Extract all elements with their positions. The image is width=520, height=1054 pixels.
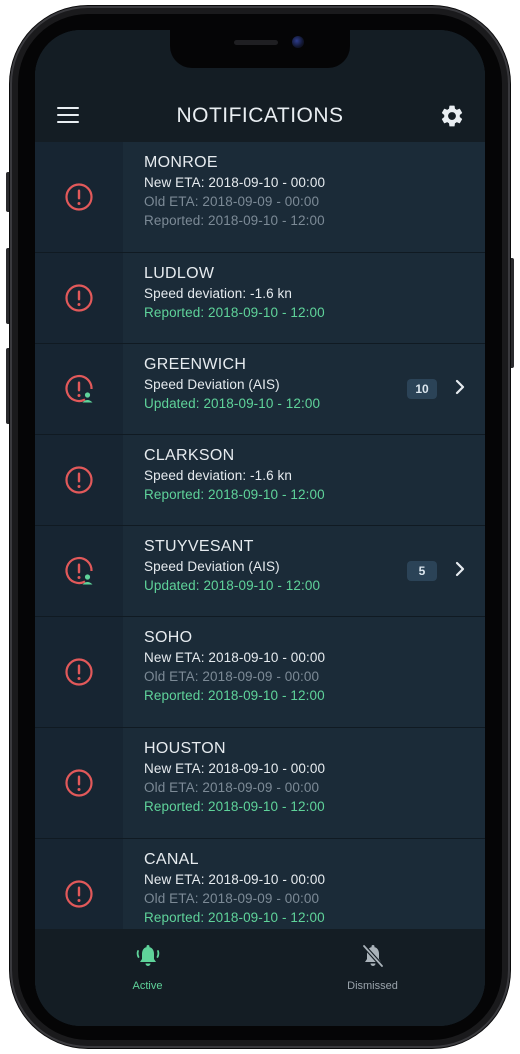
notification-item[interactable]: LUDLOW Speed deviation: -1.6 kn Reported: … — [35, 253, 485, 344]
alert-circle-icon — [35, 617, 123, 727]
alert-circle-icon — [35, 435, 123, 525]
group-meta: 10 — [407, 344, 465, 434]
alert-circle-icon — [35, 839, 123, 929]
notification-body: LUDLOW Speed deviation: -1.6 kn Reported: … — [123, 253, 485, 343]
count-badge: 5 — [407, 561, 437, 581]
group-meta: 5 — [407, 526, 465, 616]
notification-item[interactable]: SOHO New ETA: 2018-09-10 - 00:00 Old ETA: … — [35, 617, 485, 728]
bottom-tab-bar: Active Dismissed — [35, 929, 485, 1026]
notification-detail: Reported: 2018-09-10 - 12:00 — [144, 487, 325, 502]
notification-detail: New ETA: 2018-09-10 - 00:00 — [144, 175, 326, 190]
vessel-name: LUDLOW — [144, 265, 215, 282]
chevron-right-icon[interactable] — [455, 379, 465, 400]
phone-mockup: NOTIFICATIONS MONROE New ETA: 2018-09-10 … — [0, 0, 520, 1054]
notification-body: MONROE New ETA: 2018-09-10 - 00:00 Old ETA… — [123, 142, 485, 252]
tab-label: Dismissed — [347, 980, 398, 992]
app-header: NOTIFICATIONS — [35, 90, 485, 142]
notification-body: SOHO New ETA: 2018-09-10 - 00:00 Old ETA: … — [123, 617, 485, 727]
vessel-name: SOHO — [144, 629, 193, 646]
notification-item[interactable]: CANAL New ETA: 2018-09-10 - 00:00 Old ETA:… — [35, 839, 485, 929]
notification-item[interactable]: STUYVESANT Speed Deviation (AIS) Updated: … — [35, 526, 485, 617]
tab-active[interactable]: Active — [35, 929, 260, 1026]
notification-item[interactable]: CLARKSON Speed deviation: -1.6 kn Reported… — [35, 435, 485, 526]
notification-detail: Reported: 2018-09-10 - 12:00 — [144, 305, 325, 320]
notch — [170, 30, 350, 68]
vessel-name: HOUSTON — [144, 740, 226, 757]
app-screen: NOTIFICATIONS MONROE New ETA: 2018-09-10 … — [35, 30, 485, 1026]
notification-item[interactable]: HOUSTON New ETA: 2018-09-10 - 00:00 Old ET… — [35, 728, 485, 839]
notification-body: CANAL New ETA: 2018-09-10 - 00:00 Old ETA:… — [123, 839, 485, 929]
alert-circle-user-icon — [35, 344, 123, 434]
notification-detail: Old ETA: 2018-09-09 - 00:00 — [144, 194, 320, 209]
tab-label: Active — [132, 980, 163, 992]
notification-list: MONROE New ETA: 2018-09-10 - 00:00 Old ETA… — [35, 142, 485, 929]
notification-detail: Reported: 2018-09-10 - 12:00 — [144, 688, 325, 703]
vessel-name: MONROE — [144, 154, 218, 171]
speaker-grille — [234, 40, 278, 45]
tab-dismissed[interactable]: Dismissed — [260, 929, 485, 1026]
notification-detail: Old ETA: 2018-09-09 - 00:00 — [144, 780, 320, 795]
notification-detail: New ETA: 2018-09-10 - 00:00 — [144, 761, 326, 776]
count-badge: 10 — [407, 379, 437, 399]
notification-detail: New ETA: 2018-09-10 - 00:00 — [144, 872, 326, 887]
alert-circle-icon — [35, 253, 123, 343]
chevron-right-icon[interactable] — [455, 561, 465, 582]
alert-circle-user-icon — [35, 526, 123, 616]
vessel-name: CLARKSON — [144, 447, 235, 464]
bell-ringing-icon — [135, 943, 161, 974]
notification-item[interactable]: GREENWICH Speed Deviation (AIS) Updated: 2… — [35, 344, 485, 435]
notification-body: CLARKSON Speed deviation: -1.6 kn Reported… — [123, 435, 485, 525]
notification-detail: Old ETA: 2018-09-09 - 00:00 — [144, 669, 320, 684]
notification-detail: Speed deviation: -1.6 kn — [144, 286, 292, 301]
notification-detail: Reported: 2018-09-10 - 12:00 — [144, 910, 325, 925]
alert-circle-icon — [35, 728, 123, 838]
vessel-name: CANAL — [144, 851, 199, 868]
notification-detail: New ETA: 2018-09-10 - 00:00 — [144, 650, 326, 665]
notification-detail: Old ETA: 2018-09-09 - 00:00 — [144, 891, 320, 906]
notification-detail: Reported: 2018-09-10 - 12:00 — [144, 213, 325, 228]
menu-icon[interactable] — [57, 104, 79, 126]
gear-icon[interactable] — [439, 103, 465, 129]
page-title: NOTIFICATIONS — [176, 104, 344, 127]
notification-body: HOUSTON New ETA: 2018-09-10 - 00:00 Old ET… — [123, 728, 485, 838]
notification-item[interactable]: MONROE New ETA: 2018-09-10 - 00:00 Old ETA… — [35, 142, 485, 253]
alert-circle-icon — [35, 142, 123, 252]
front-camera — [292, 36, 304, 48]
notification-detail: Reported: 2018-09-10 - 12:00 — [144, 799, 325, 814]
notification-detail: Speed deviation: -1.6 kn — [144, 468, 292, 483]
bell-off-icon — [360, 943, 386, 974]
